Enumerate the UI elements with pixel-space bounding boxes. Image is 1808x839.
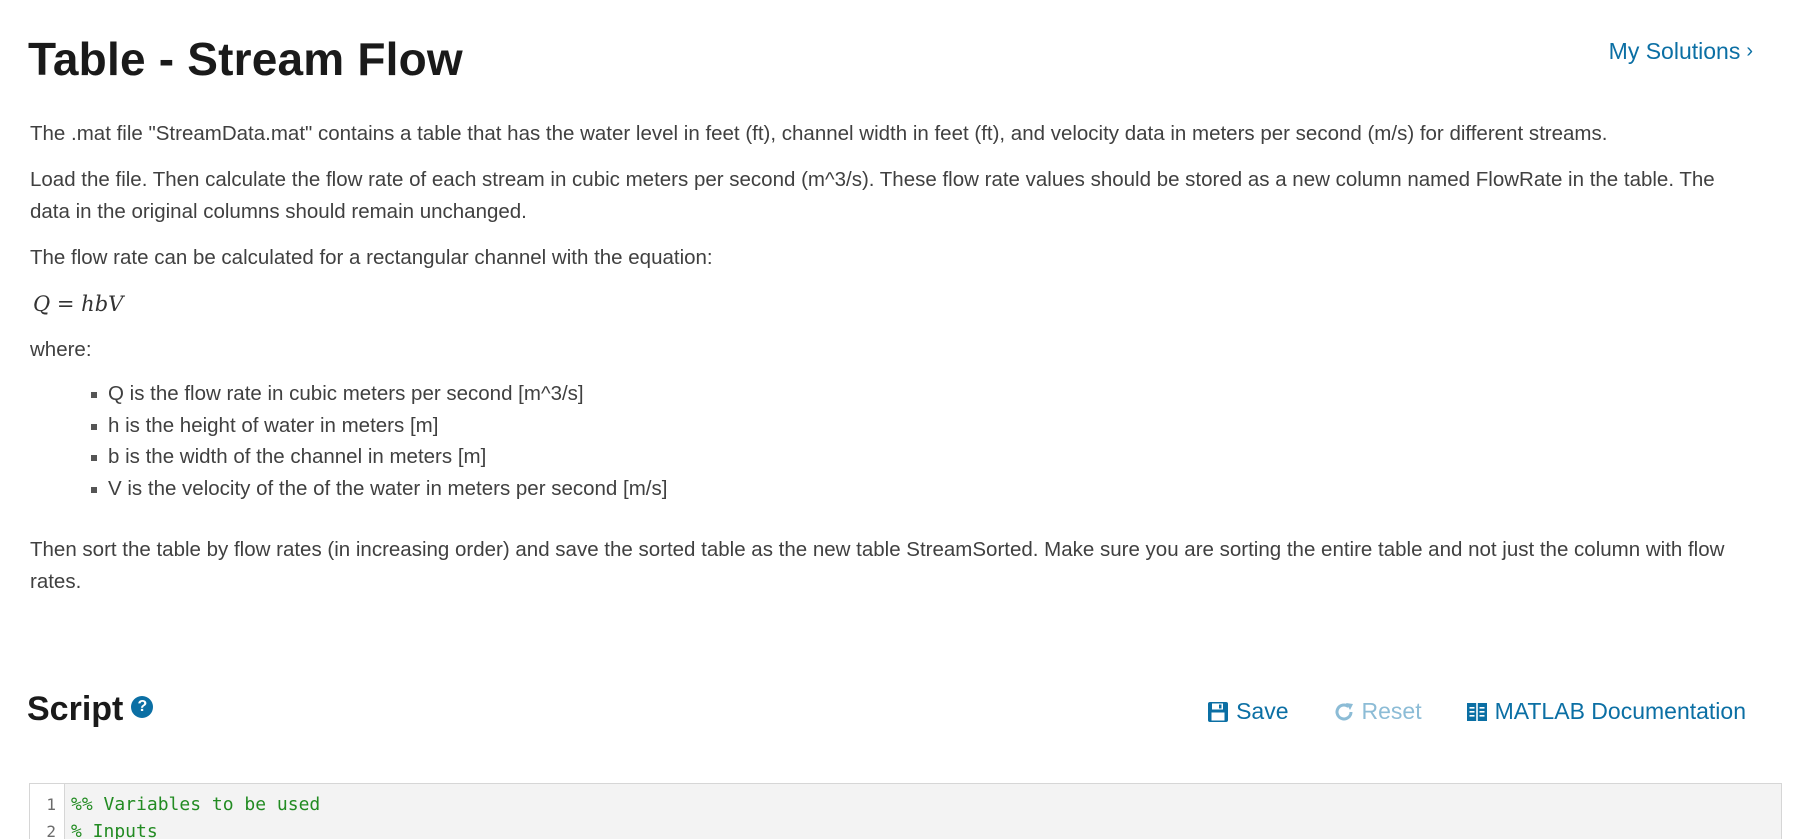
list-item: V is the velocity of the of the water in…	[88, 473, 667, 505]
list-item: h is the height of water in meters [m]	[88, 410, 667, 442]
save-icon	[1208, 701, 1229, 722]
save-label: Save	[1236, 698, 1289, 724]
code-line[interactable]: 1 %% Variables to be used	[30, 791, 1781, 818]
save-button[interactable]: Save	[1207, 698, 1289, 725]
matlab-documentation-label: MATLAB Documentation	[1494, 698, 1746, 724]
where-label: where:	[30, 338, 92, 361]
book-icon	[1466, 702, 1487, 721]
script-header: Script ?	[27, 690, 154, 729]
my-solutions-link[interactable]: My Solutions ›	[1609, 38, 1753, 65]
page-title: Table - Stream Flow	[28, 33, 463, 85]
script-toolbar: Save Reset MATLAB Documentation	[1207, 698, 1746, 725]
description-paragraph-2: Load the file. Then calculate the flow r…	[30, 168, 1715, 223]
list-item: b is the width of the channel in meters …	[88, 441, 667, 473]
description-paragraph-4: Then sort the table by flow rates (in in…	[30, 538, 1725, 593]
line-number: 1	[46, 795, 56, 814]
reset-icon	[1335, 702, 1353, 720]
script-heading: Script	[27, 690, 124, 728]
description-paragraph-3: The flow rate can be calculated for a re…	[30, 246, 713, 269]
reset-label: Reset	[1361, 698, 1422, 724]
code-text: %% Variables to be used	[71, 794, 321, 815]
code-text: % Inputs	[71, 821, 158, 839]
description-paragraph-1: The .mat file "StreamData.mat" contains …	[30, 122, 1608, 145]
line-number: 2	[46, 822, 56, 839]
my-solutions-label: My Solutions	[1608, 38, 1741, 64]
code-editor[interactable]: 1 %% Variables to be used 2 % Inputs	[29, 783, 1782, 839]
reset-button[interactable]: Reset	[1333, 698, 1422, 725]
flow-rate-equation: Q = hbV	[33, 292, 124, 316]
variable-definitions-list: Q is the flow rate in cubic meters per s…	[88, 378, 667, 504]
code-line[interactable]: 2 % Inputs	[30, 818, 1781, 839]
matlab-documentation-link[interactable]: MATLAB Documentation	[1466, 698, 1746, 725]
problem-page: Table - Stream Flow My Solutions › The .…	[0, 0, 1808, 839]
chevron-right-icon: ›	[1746, 40, 1753, 62]
list-item: Q is the flow rate in cubic meters per s…	[88, 378, 667, 410]
question-circle-icon[interactable]: ?	[131, 695, 154, 718]
